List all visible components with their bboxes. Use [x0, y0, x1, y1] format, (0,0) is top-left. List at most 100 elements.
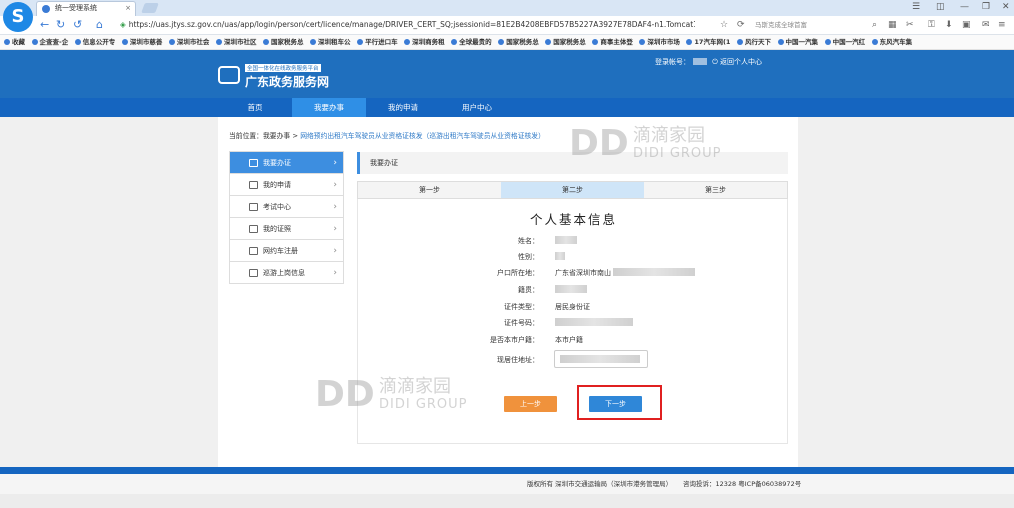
bookmark-icon: [357, 39, 364, 45]
redacted-value: [555, 318, 633, 326]
grid-icon[interactable]: ▦: [888, 19, 897, 31]
bookmark-icon: [74, 39, 81, 45]
bookmark-item[interactable]: 中国一汽红: [824, 35, 865, 49]
scissors-icon[interactable]: ✂: [906, 19, 914, 31]
bookmark-item[interactable]: 深圳商务租: [404, 35, 445, 49]
chevron-right-icon: ›: [333, 224, 337, 234]
sidebar-item-exam-center[interactable]: 考试中心 ›: [230, 196, 343, 218]
tab-close-icon[interactable]: ×: [125, 2, 131, 15]
bookmark-item[interactable]: 中国一汽集: [777, 35, 818, 49]
star-icon: [4, 39, 10, 45]
restore-icon[interactable]: ❐: [982, 2, 990, 12]
sidebar-item-label: 我的证照: [263, 225, 291, 233]
bookmark-icon: [121, 39, 128, 45]
extension-icon[interactable]: ▣: [962, 19, 971, 31]
sidebar-item-my-applications[interactable]: 我的申请 ›: [230, 174, 343, 196]
bookmark-item[interactable]: 平行进口车: [357, 35, 398, 49]
bookmark-item[interactable]: 深圳市社区: [215, 35, 256, 49]
bookmark-icon: [451, 39, 458, 45]
watermark: DD 滴滴家园 DIDI GROUP: [315, 377, 467, 413]
window-close-icon[interactable]: ✕: [1002, 2, 1010, 12]
menu-applications[interactable]: 我的申请: [366, 98, 440, 117]
download-icon[interactable]: ⬇: [945, 19, 953, 31]
sidebar-item-my-certificates[interactable]: 我的证照 ›: [230, 218, 343, 240]
bookmark-icon: [310, 39, 317, 45]
watermark-en: DIDI GROUP: [633, 146, 722, 161]
sidebar-item-ride-hailing-register[interactable]: 网约车注册 ›: [230, 240, 343, 262]
key-icon[interactable]: ⚿: [928, 19, 935, 31]
home-icon[interactable]: ⌂: [96, 19, 103, 31]
mail-icon[interactable]: ✉: [982, 19, 990, 31]
bookmark-item[interactable]: 17汽车网(1: [686, 35, 730, 49]
sidebar-item-label: 巡游上岗信息: [263, 269, 305, 277]
bookmark-item[interactable]: 国家税务总: [545, 35, 586, 49]
redacted-value: [613, 268, 695, 276]
id-type-value: 居民身份证: [555, 303, 590, 311]
main-menu: 首页 我要办事 我的申请 用户中心: [0, 98, 1014, 117]
local-hukou-value: 本市户籍: [555, 336, 583, 344]
bookmark-item[interactable]: 风行天下: [737, 35, 771, 49]
id-number-value: [555, 318, 633, 327]
url-field[interactable]: ◈ https://uas.jtys.sz.gov.cn/uas/app/logi…: [120, 18, 695, 32]
prev-step-button[interactable]: 上一步: [504, 396, 557, 412]
browser-logo-icon[interactable]: S: [3, 2, 33, 32]
refresh-icon[interactable]: ⟳: [737, 19, 745, 31]
address-field[interactable]: [554, 350, 648, 368]
bookmark-item[interactable]: 国家税务总: [498, 35, 539, 49]
forward-icon[interactable]: ↻: [56, 19, 65, 31]
sidebar-item-apply[interactable]: 我要办证 ›: [230, 152, 343, 174]
redacted-value: [555, 236, 577, 244]
bookmark-star-icon[interactable]: ☆: [720, 19, 728, 31]
native-place-label: 籍贯：: [518, 286, 539, 294]
search-suggestion[interactable]: 马斯克成全球首富: [755, 19, 860, 32]
search-icon[interactable]: ⌕: [872, 19, 877, 31]
bookmark-item[interactable]: 深圳市市场: [639, 35, 680, 49]
hukou-label: 户口所在地：: [497, 269, 539, 277]
bookmark-icon: [545, 39, 552, 45]
sidebar-item-taxi-duty-info[interactable]: 巡游上岗信息 ›: [230, 262, 343, 284]
undo-icon[interactable]: ↺: [73, 19, 82, 31]
breadcrumb: 当前位置：我要办事 > 网络预约出租汽车驾驶员从业资格证核发（巡游出租汽车驾驶员…: [229, 130, 545, 140]
bookmark-item[interactable]: 全球最贵的: [451, 35, 492, 49]
more-icon[interactable]: ≡: [998, 19, 1006, 31]
gov-logo-icon: [218, 66, 240, 84]
menu-user-center[interactable]: 用户中心: [440, 98, 514, 117]
bookmark-item[interactable]: 深圳市慈善: [121, 35, 162, 49]
back-to-center-link[interactable]: 返回个人中心: [720, 58, 762, 66]
menu-icon[interactable]: ☰: [912, 2, 920, 12]
bookmark-item[interactable]: 东风汽车集: [871, 35, 912, 49]
bookmark-item[interactable]: 商事主体登: [592, 35, 633, 49]
redacted-value: [555, 285, 587, 293]
bookmark-item[interactable]: 收藏: [4, 35, 25, 49]
new-tab-button[interactable]: [141, 3, 159, 13]
browser-tab[interactable]: 统一受理系统 ×: [36, 1, 136, 16]
id-card-icon: [249, 269, 258, 277]
sidebar-item-label: 我要办证: [263, 159, 291, 167]
back-icon[interactable]: ←: [40, 19, 49, 31]
hukou-value: 广东省深圳市南山: [555, 268, 695, 278]
chevron-right-icon: ›: [333, 202, 337, 212]
bookmark-icon: [824, 39, 831, 45]
exam-icon: [249, 203, 258, 211]
sidebar-item-label: 我的申请: [263, 181, 291, 189]
breadcrumb-link[interactable]: 网络预约出租汽车驾驶员从业资格证核发（巡游出租汽车驾驶员从业资格证核发）: [300, 132, 545, 140]
name-label: 姓名：: [518, 237, 539, 245]
power-icon[interactable]: ⏻: [712, 58, 718, 66]
bookmark-item[interactable]: 国家税务总: [262, 35, 303, 49]
menu-home[interactable]: 首页: [218, 98, 292, 117]
bookmark-item[interactable]: 深圳租车公: [310, 35, 351, 49]
bookmark-item[interactable]: 信息公开专: [74, 35, 115, 49]
car-icon: [249, 247, 258, 255]
minimize-icon[interactable]: —: [960, 2, 969, 12]
user-icon: [249, 159, 258, 167]
sidebar: 我要办证 › 我的申请 › 考试中心 › 我的证照 › 网约车注册 › 巡游上岗信息 ›: [229, 151, 344, 284]
next-step-button[interactable]: 下一步: [589, 396, 642, 412]
step-2: 第二步: [501, 182, 644, 198]
bookmark-item[interactable]: 深圳市社会: [168, 35, 209, 49]
watermark-logo: DD: [569, 123, 629, 164]
bookmarks-bar: 收藏 企查查-企 信息公开专 深圳市慈善 深圳市社会 深圳市社区 国家税务总 深…: [0, 35, 1014, 50]
bookmark-item[interactable]: 企查查-企: [31, 35, 68, 49]
bookmark-icon: [168, 39, 175, 45]
skin-icon[interactable]: ◫: [936, 2, 945, 12]
menu-services[interactable]: 我要办事: [292, 98, 366, 117]
